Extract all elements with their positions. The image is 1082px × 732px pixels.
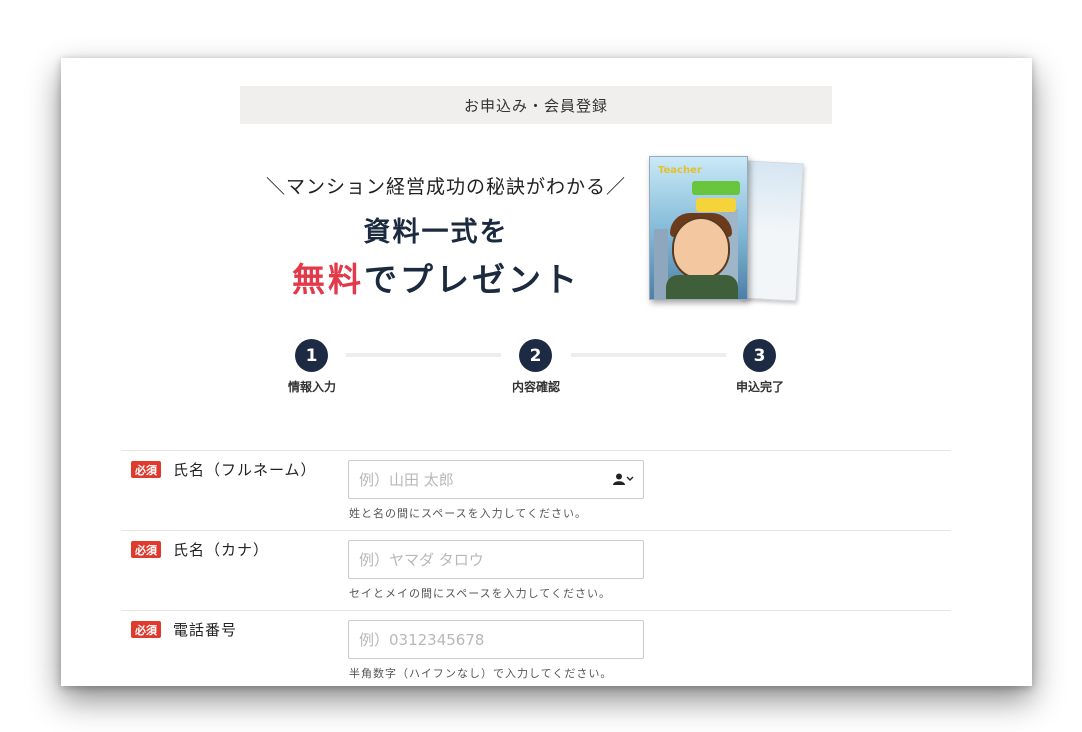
step-2-indicator: 2 (519, 339, 552, 372)
step-connector-1 (346, 353, 501, 357)
required-badge: 必須 (131, 541, 161, 558)
brochure-cover-image: Teacher (649, 156, 748, 300)
hero-headline-present: でプレゼント (364, 260, 580, 299)
kana-input[interactable] (348, 540, 644, 579)
required-badge: 必須 (131, 621, 161, 638)
contact-card-icon[interactable] (613, 471, 637, 487)
fullname-label: 氏名（フルネーム） (173, 461, 317, 479)
hero-headline-free: 無料 (292, 260, 364, 299)
fullname-input[interactable] (348, 460, 644, 499)
phone-label: 電話番号 (173, 621, 238, 639)
step-1-label: 情報入力 (287, 380, 336, 394)
brochure-back-image (740, 160, 804, 302)
phone-input[interactable] (348, 620, 644, 659)
brochure-title-top: Teacher (658, 165, 702, 176)
hero-headline-line2: 無料でプレゼント (261, 253, 611, 301)
step-connector-2 (571, 353, 726, 357)
form-row-fullname: 必須 氏名（フルネーム） 姓と名の間にスペースを入力してください。 (121, 450, 951, 530)
hero-tagline: ＼マンション経営成功の秘訣がわかる／ (266, 176, 627, 198)
step-2-label: 内容確認 (511, 380, 560, 394)
form-row-kana: 必須 氏名（カナ） セイとメイの間にスペースを入力してください。 (121, 530, 951, 610)
kana-label: 氏名（カナ） (173, 541, 270, 559)
hero-headline-line1: 資料一式を (363, 217, 509, 248)
form-row-phone: 必須 電話番号 半角数字（ハイフンなし）で入力してください。 (121, 610, 951, 686)
hero-banner: ＼マンション経営成功の秘訣がわかる／ 資料一式を 無料でプレゼント Teache… (61, 58, 1032, 318)
fullname-hint: 姓と名の間にスペースを入力してください。 (349, 507, 588, 520)
step-3-label: 申込完了 (735, 380, 784, 394)
phone-hint: 半角数字（ハイフンなし）で入力してください。 (349, 667, 613, 680)
kana-hint: セイとメイの間にスペースを入力してください。 (349, 587, 612, 600)
step-3-indicator: 3 (743, 339, 776, 372)
application-form: 必須 氏名（フルネーム） 姓と名の間にスペースを入力してください。 必須 氏名（… (121, 450, 951, 686)
required-badge: 必須 (131, 461, 161, 478)
progress-steps: 1 情報入力 2 内容確認 3 申込完了 (61, 328, 1032, 398)
browser-window: お申込み・会員登録 ＼マンション経営成功の秘訣がわかる／ 資料一式を 無料でプレ… (61, 58, 1032, 686)
step-1-indicator: 1 (295, 339, 328, 372)
